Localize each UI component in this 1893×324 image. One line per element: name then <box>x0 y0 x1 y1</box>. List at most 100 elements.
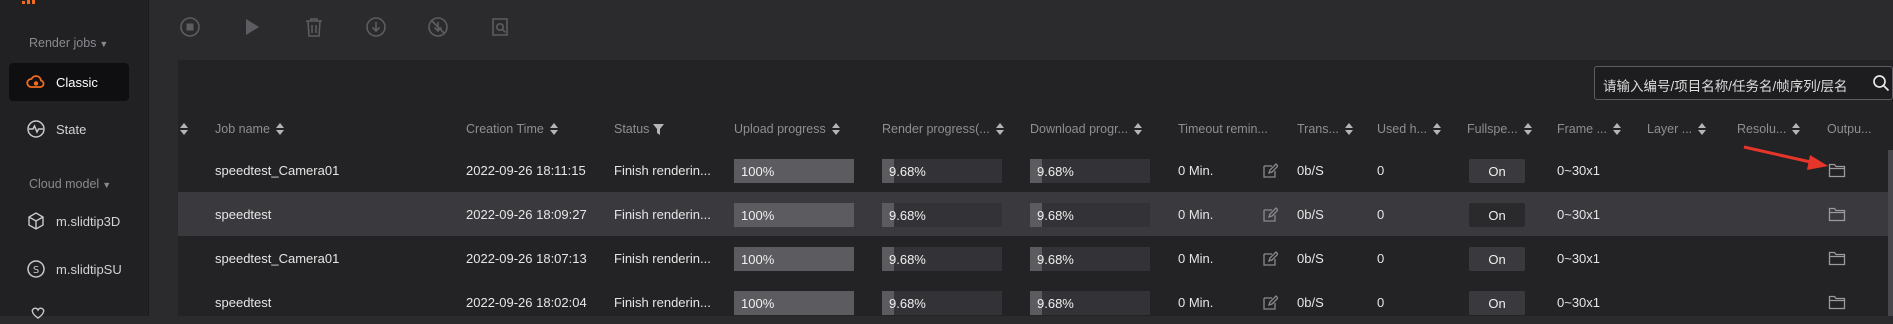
render-progress-bar: 9.68% <box>882 247 1002 271</box>
col-header-label: Job name <box>215 122 270 136</box>
search-icon[interactable] <box>1872 74 1890 92</box>
folder-icon[interactable] <box>1828 294 1846 310</box>
download-disabled-icon <box>428 17 448 37</box>
view-file-button[interactable] <box>488 15 512 39</box>
upload-progress-bar: 100% <box>734 291 854 315</box>
col-header-output[interactable]: Outpu... <box>1827 118 1871 140</box>
status-cell: Finish renderin... <box>614 206 711 222</box>
sort-icon <box>1433 123 1442 135</box>
stop-icon <box>180 17 200 37</box>
fullspeed-label: On <box>1488 207 1506 223</box>
col-header-status[interactable]: Status <box>614 118 665 140</box>
col-header-label: Download progr... <box>1030 122 1128 136</box>
render-progress-bar: 9.68% <box>882 291 1002 315</box>
sort-icon <box>831 123 840 135</box>
fullspeed-toggle[interactable]: On <box>1469 159 1525 183</box>
col-header-upload-progress[interactable]: Upload progress <box>734 118 840 140</box>
edit-icon[interactable] <box>1262 207 1278 223</box>
col-header-creation-time[interactable]: Creation Time <box>466 118 558 140</box>
progress-text: 100% <box>741 252 775 267</box>
transfer-speed-cell: 0b/S <box>1297 162 1324 178</box>
sidebar-item-classic[interactable]: Classic <box>9 63 129 101</box>
delete-button[interactable] <box>302 15 326 39</box>
progress-text: 9.68% <box>1037 252 1074 267</box>
timeout-cell: 0 Min. <box>1178 250 1214 266</box>
download-icon <box>366 17 386 37</box>
download-button[interactable] <box>364 15 388 39</box>
used-hours-cell: 0 <box>1377 294 1385 310</box>
col-header-job-name[interactable]: Job name <box>215 118 284 140</box>
col-header-layer[interactable]: Layer ... <box>1647 118 1707 140</box>
download-progress-bar: 9.68% <box>1030 159 1150 183</box>
edit-icon[interactable] <box>1262 163 1278 179</box>
status-cell: Finish renderin... <box>614 250 711 266</box>
sidebar-item-slidtipsu[interactable]: S m.slidtipSU <box>9 250 129 288</box>
col-header-label: Frame ... <box>1557 122 1608 136</box>
col-header-timeout[interactable]: Timeout remin... <box>1178 118 1268 140</box>
download-disabled-button[interactable] <box>426 15 450 39</box>
fullspeed-label: On <box>1488 251 1506 267</box>
delete-icon <box>306 18 322 37</box>
creation-time-cell: 2022-09-26 18:02:04 <box>466 294 587 310</box>
more-icon[interactable] <box>30 307 46 319</box>
filter-icon[interactable] <box>653 123 665 135</box>
sort-icon <box>1613 123 1622 135</box>
fullspeed-toggle[interactable]: On <box>1469 291 1525 315</box>
edit-icon[interactable] <box>1262 295 1278 311</box>
folder-icon[interactable] <box>1828 250 1846 266</box>
progress-text: 100% <box>741 208 775 223</box>
folder-icon[interactable] <box>1828 206 1846 222</box>
col-header-label: Trans... <box>1297 122 1339 136</box>
sidebar-item-state[interactable]: State <box>9 110 129 148</box>
frame-range-cell: 0~30x1 <box>1557 250 1601 266</box>
sidebar-item-label: Classic <box>56 74 98 90</box>
col-header-label: Status <box>614 122 650 136</box>
progress-text: 9.68% <box>889 296 926 311</box>
timeout-cell: 0 Min. <box>1178 206 1214 222</box>
download-progress-bar: 9.68% <box>1030 291 1150 315</box>
col-header-render-progress[interactable]: Render progress(... <box>882 118 1004 140</box>
folder-icon[interactable] <box>1828 162 1846 178</box>
search-input[interactable]: 请输入编号/项目名称/任务名/帧序列/层名 <box>1594 66 1893 100</box>
progress-text: 9.68% <box>889 208 926 223</box>
stop-button[interactable] <box>178 15 202 39</box>
sort-icon <box>1523 123 1532 135</box>
col-header-download-progress[interactable]: Download progr... <box>1030 118 1142 140</box>
download-progress-bar: 9.68% <box>1030 203 1150 227</box>
col-header-resolution[interactable]: Resolu... <box>1737 118 1801 140</box>
table-row[interactable]: speedtest 2022-09-26 18:02:04 Finish rende… <box>178 280 1893 324</box>
table-row[interactable]: speedtest_Camera01 2022-09-26 18:07:13 Fin… <box>178 236 1893 280</box>
transfer-speed-cell: 0b/S <box>1297 250 1324 266</box>
progress-text: 100% <box>741 164 775 179</box>
search-placeholder: 请输入编号/项目名称/任务名/帧序列/层名 <box>1603 79 1848 94</box>
start-button[interactable] <box>240 15 264 39</box>
cube-icon <box>26 211 54 231</box>
fullspeed-label: On <box>1488 295 1506 311</box>
svg-text:S: S <box>33 265 39 276</box>
job-name-cell: speedtest_Camera01 <box>215 162 340 178</box>
progress-text: 100% <box>741 296 775 311</box>
render-jobs-section[interactable]: Render jobs ▼ <box>29 36 108 50</box>
table-row[interactable]: speedtest 2022-09-26 18:09:27 Finish rende… <box>178 192 1893 236</box>
progress-text: 9.68% <box>1037 164 1074 179</box>
col-header-label: Fullspe... <box>1467 122 1518 136</box>
col-header-label: Layer ... <box>1647 122 1693 136</box>
col-header-fullspeed[interactable]: Fullspe... <box>1467 118 1532 140</box>
sort-icon <box>549 123 558 135</box>
table-scrollbar[interactable] <box>1888 150 1893 316</box>
fullspeed-toggle[interactable]: On <box>1469 203 1525 227</box>
cloud-model-section[interactable]: Cloud model ▼ <box>29 177 111 191</box>
col-header-frame[interactable]: Frame ... <box>1557 118 1622 140</box>
col-header-used[interactable]: Used h... <box>1377 118 1442 140</box>
edit-icon[interactable] <box>1262 251 1278 267</box>
sidebar-item-label: m.slidtipSU <box>56 261 122 277</box>
caret-down-icon: ▼ <box>99 39 109 49</box>
fullspeed-toggle[interactable]: On <box>1469 247 1525 271</box>
table-row[interactable]: speedtest_Camera01 2022-09-26 18:11:15 Fin… <box>178 148 1893 192</box>
col-header-trans[interactable]: Trans... <box>1297 118 1353 140</box>
download-progress-bar: 9.68% <box>1030 247 1150 271</box>
sidebar-item-slidtip3d[interactable]: m.slidtip3D <box>9 202 129 240</box>
sort-all-button[interactable] <box>180 118 188 140</box>
col-header-label: Outpu... <box>1827 122 1872 136</box>
sketchup-icon: S <box>26 259 54 279</box>
